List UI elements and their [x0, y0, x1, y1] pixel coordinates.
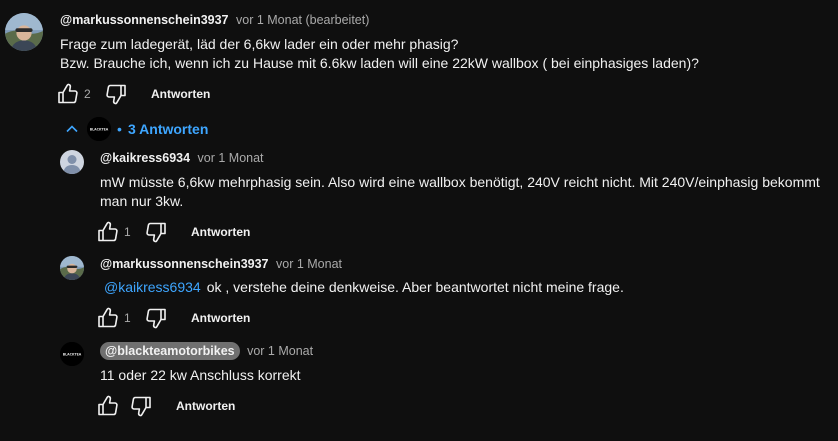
replies-count: 3 Antworten — [128, 121, 209, 137]
reply-time[interactable]: vor 1 Monat — [198, 151, 264, 165]
reply-button[interactable]: Antworten — [151, 86, 210, 102]
avatar[interactable] — [60, 150, 84, 174]
comment-actions: 2 Antworten — [56, 82, 256, 106]
channel-logo-text: BLACKTEA — [63, 353, 82, 357]
reply-actions: 1 Antworten — [96, 306, 296, 330]
reply-time[interactable]: vor 1 Monat — [276, 257, 342, 271]
reply-header: @blackteamotorbikes vor 1 Monat — [100, 342, 313, 360]
thumbs-down-icon[interactable] — [104, 82, 128, 106]
thumbs-down-icon[interactable] — [144, 220, 168, 244]
thumbs-up-icon[interactable] — [96, 306, 120, 330]
thumbs-down-icon[interactable] — [144, 306, 168, 330]
comment-author[interactable]: @markussonnenschein3937 — [60, 13, 229, 27]
avatar[interactable] — [5, 13, 43, 51]
reply-author[interactable]: @markussonnenschein3937 — [100, 257, 269, 271]
thumbs-up-icon[interactable] — [56, 82, 80, 106]
separator-dot: • — [117, 121, 122, 137]
reply-text: @kaikress6934 ok , verstehe deine denkwei… — [104, 277, 624, 297]
like-count: 1 — [124, 225, 131, 239]
reply-button[interactable]: Antworten — [191, 224, 250, 240]
chevron-up-icon — [66, 125, 78, 133]
channel-owner-badge[interactable]: @blackteamotorbikes — [100, 342, 240, 360]
thumbs-up-icon[interactable] — [96, 220, 120, 244]
comment-text-line-2: Bzw. Brauche ich, wenn ich zu Hause mit … — [60, 55, 699, 71]
reply-text-line-1: mW müsste 6,6kw mehrphasig sein. Also wi… — [100, 174, 820, 190]
like-count: 2 — [84, 87, 91, 101]
avatar[interactable]: BLACKTEA — [60, 342, 84, 366]
mention-link[interactable]: @kaikress6934 — [104, 279, 201, 295]
reply-text: 11 oder 22 kw Anschluss korrekt — [100, 367, 301, 383]
channel-logo-text: BLACKTEA — [90, 128, 109, 132]
reply-actions: 1 Antworten — [96, 220, 296, 244]
reply-header: @kaikress6934 vor 1 Monat — [100, 150, 264, 166]
reply-button[interactable]: Antworten — [176, 398, 235, 414]
comment-text-line-1: Frage zum ladegerät, läd der 6,6kw lader… — [60, 36, 459, 52]
comment-time[interactable]: vor 1 Monat (bearbeitet) — [236, 13, 369, 27]
like-count: 1 — [124, 311, 131, 325]
reply-author[interactable]: @kaikress6934 — [100, 151, 190, 165]
reply-actions: Antworten — [96, 394, 296, 418]
reply-text-content: ok , verstehe deine denkweise. Aber bean… — [206, 279, 624, 295]
reply-time[interactable]: vor 1 Monat — [247, 344, 313, 358]
thumbs-up-icon[interactable] — [96, 394, 120, 418]
reply-button[interactable]: Antworten — [191, 310, 250, 326]
thumbs-down-icon[interactable] — [129, 394, 153, 418]
reply-text-line-2: man nur 3kw. — [100, 193, 184, 209]
channel-avatar: BLACKTEA — [87, 117, 111, 141]
comment-header: @markussonnenschein3937 vor 1 Monat (bea… — [60, 12, 369, 28]
avatar[interactable] — [60, 256, 84, 280]
replies-toggle-button[interactable]: BLACKTEA • 3 Antworten — [60, 115, 220, 143]
reply-header: @markussonnenschein3937 vor 1 Monat — [100, 256, 342, 272]
